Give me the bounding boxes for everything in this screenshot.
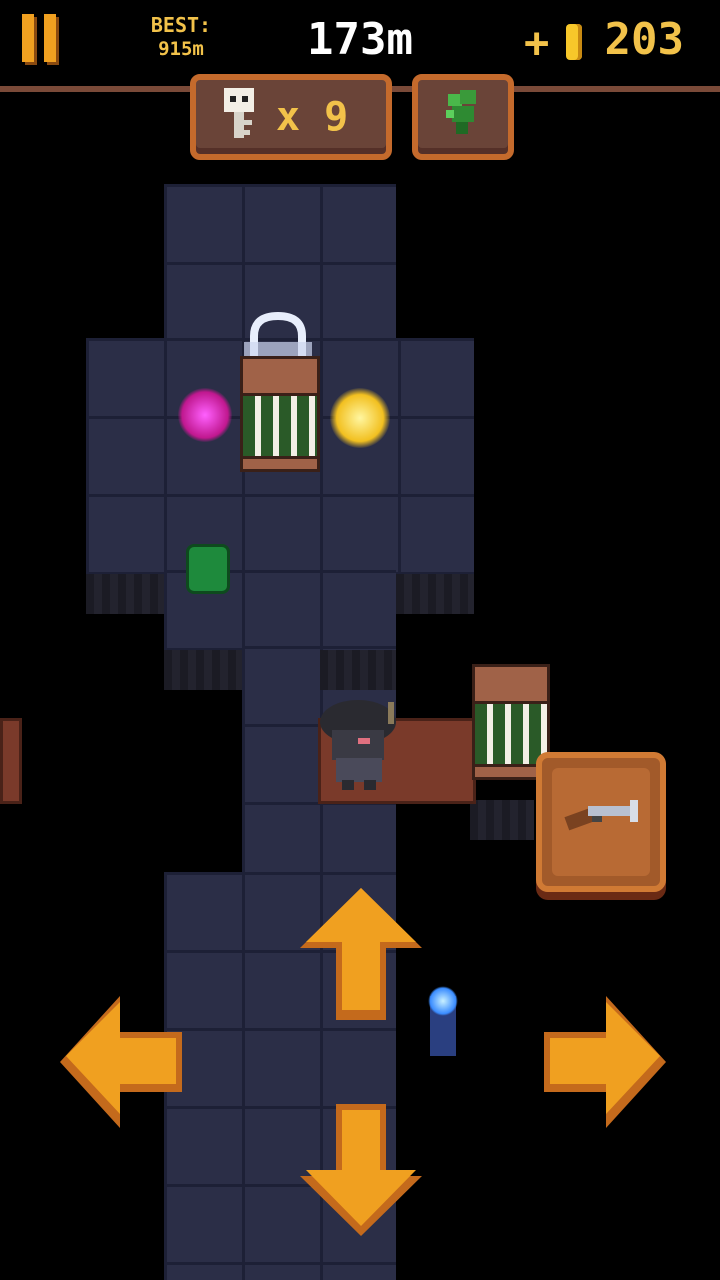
wall-segment (470, 800, 534, 840)
wall-segment (320, 650, 396, 690)
prisoner-cage[interactable] (240, 356, 320, 472)
emerald-gem (186, 544, 230, 594)
best-label: BEST: (150, 13, 212, 37)
move-right-button[interactable] (544, 996, 666, 1128)
yellow-orb-enemy (330, 388, 390, 448)
pause-icon (22, 14, 34, 62)
key-count: x 9 (276, 94, 349, 140)
wall-segment (164, 650, 242, 690)
best-distance: 915m (158, 38, 204, 60)
pink-orb-enemy (178, 388, 232, 442)
move-left-button[interactable] (60, 996, 182, 1128)
padlock-icon (244, 312, 312, 362)
move-down-button[interactable] (300, 1104, 422, 1236)
blunderbuss-icon (564, 800, 638, 831)
weapon-button[interactable] (536, 752, 666, 892)
torch-flame (428, 986, 458, 1016)
player-character (320, 700, 396, 790)
coin-count: 203 (604, 14, 684, 65)
pause-button[interactable] (22, 14, 58, 62)
coin-icon (566, 24, 582, 60)
key-counter-panel: x 9 (190, 74, 392, 160)
current-distance: 173m (307, 14, 413, 65)
wooden-platform-edge (0, 718, 22, 804)
hud-rail-left (0, 86, 190, 92)
companion-slot[interactable] (412, 74, 514, 160)
green-plant-icon (446, 90, 476, 134)
move-up-button[interactable] (300, 888, 422, 1020)
skull-key-icon (224, 88, 254, 138)
hud-rail-right (514, 86, 720, 92)
coin-plus: + (524, 18, 550, 67)
wall-segment (86, 574, 164, 614)
wall-segment (396, 574, 474, 614)
